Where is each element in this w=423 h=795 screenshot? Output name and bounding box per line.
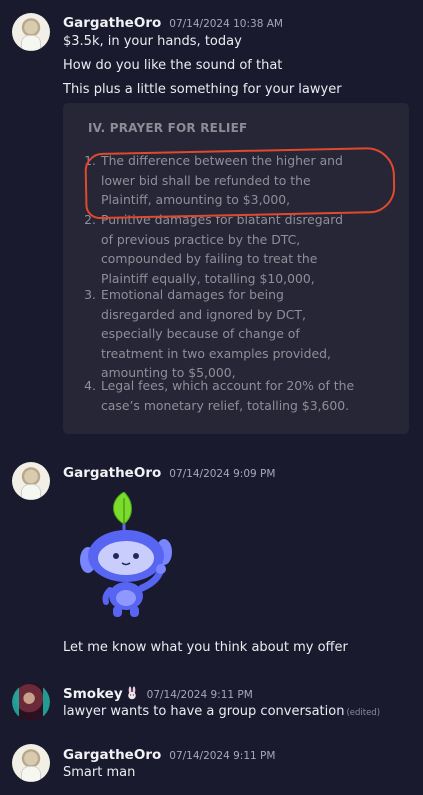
list-item: 4. Legal fees, which account for 20% of … bbox=[84, 376, 401, 415]
timestamp: 07/14/2024 10:38 AM bbox=[169, 18, 283, 30]
list-number: 3. bbox=[84, 287, 96, 302]
message-text: Smart man bbox=[63, 765, 136, 780]
red-annotation-circle bbox=[84, 146, 396, 220]
leaf-icon bbox=[113, 492, 132, 525]
rabbit-icon bbox=[127, 686, 136, 700]
list-item: 2. Punitive damages for blatant disregar… bbox=[84, 210, 401, 288]
timestamp: 07/14/2024 9:09 PM bbox=[169, 468, 276, 480]
list-item: 3. Emotional damages for being disregard… bbox=[84, 285, 401, 383]
avatar[interactable] bbox=[12, 462, 50, 500]
timestamp: 07/14/2024 9:11 PM bbox=[146, 689, 253, 701]
username[interactable]: GargatheOro bbox=[63, 15, 161, 31]
list-item-line: Legal fees, which account for 20% of the bbox=[101, 378, 355, 393]
list-item-line: disregarded and ignored by DCT, bbox=[101, 306, 306, 322]
username[interactable]: Smokey bbox=[63, 686, 123, 702]
list-item-line: compounded by failing to treat the bbox=[101, 251, 318, 266]
list-item-line: case’s monetary relief, totalling $3,600… bbox=[101, 397, 350, 413]
avatar[interactable] bbox=[12, 683, 50, 721]
avatar[interactable] bbox=[12, 744, 50, 782]
list-item-line: treatment in two examples provided, bbox=[101, 345, 331, 361]
username[interactable]: GargatheOro bbox=[63, 747, 161, 763]
image-attachment[interactable]: IV. PRAYER FOR RELIEF 1. The difference … bbox=[63, 103, 409, 434]
list-item-line: of previous practice by the DTC, bbox=[101, 231, 301, 247]
message-header: Smokey 07/14/2024 9:11 PM bbox=[63, 683, 253, 702]
message-text-content: lawyer wants to have a group conversatio… bbox=[63, 704, 345, 719]
message-text: How do you like the sound of that bbox=[63, 58, 283, 73]
username[interactable]: GargatheOro bbox=[63, 465, 161, 481]
message-text: Let me know what you think about my offe… bbox=[63, 640, 348, 655]
message-text: $3.5k, in your hands, today bbox=[63, 34, 242, 49]
message-text: lawyer wants to have a group conversatio… bbox=[63, 704, 380, 719]
timestamp: 07/14/2024 9:11 PM bbox=[169, 750, 276, 762]
edited-label: (edited) bbox=[346, 708, 381, 718]
avatar[interactable] bbox=[12, 13, 50, 51]
list-item-line: Emotional damages for being bbox=[101, 287, 284, 302]
list-number: 4. bbox=[84, 378, 96, 393]
wumpus-sticker[interactable] bbox=[80, 492, 175, 620]
list-item-line: especially because of change of bbox=[101, 326, 300, 341]
message-header: GargatheOro 07/14/2024 10:38 AM bbox=[63, 12, 283, 31]
message-text: This plus a little something for your la… bbox=[63, 82, 342, 97]
message-header: GargatheOro 07/14/2024 9:09 PM bbox=[63, 462, 275, 481]
message-header: GargatheOro 07/14/2024 9:11 PM bbox=[63, 744, 275, 763]
document-heading: IV. PRAYER FOR RELIEF bbox=[88, 121, 248, 135]
